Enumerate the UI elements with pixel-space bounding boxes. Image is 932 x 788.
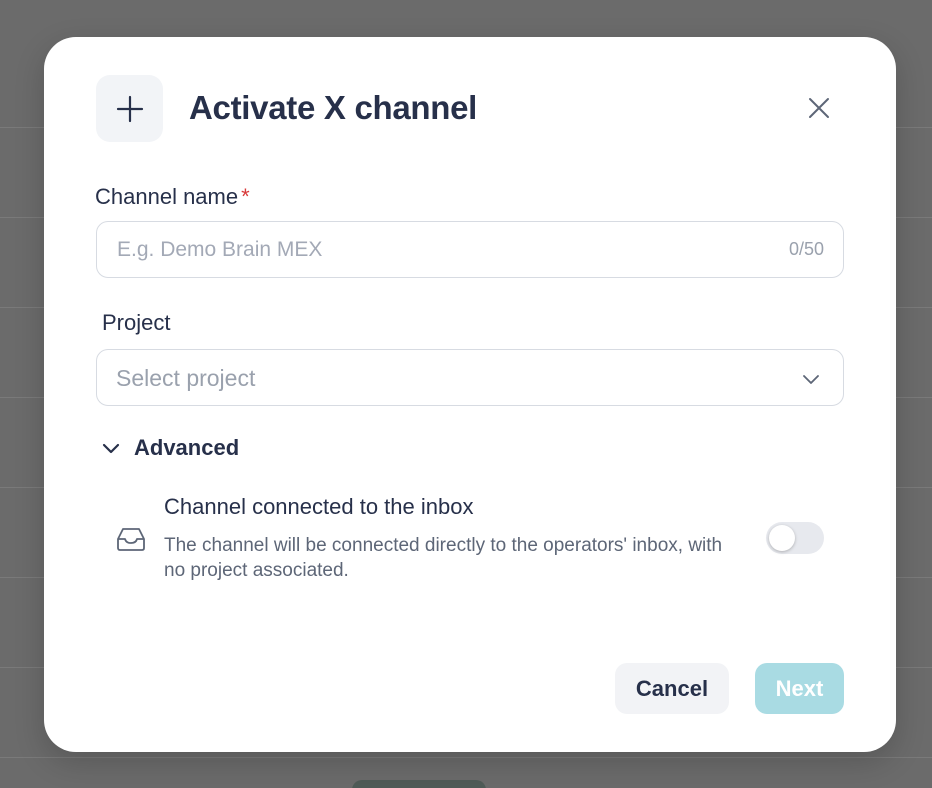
activate-channel-modal: Activate X channel Channel name* 0/50 Pr… (44, 37, 896, 752)
next-button[interactable]: Next (755, 663, 844, 714)
inbox-option-description: The channel will be connected directly t… (164, 535, 723, 581)
inbox-option-title: Channel connected to the inbox (164, 494, 474, 519)
channel-name-label: Channel name * (95, 184, 250, 210)
toggle-knob (769, 525, 795, 551)
close-icon (809, 98, 829, 118)
chevron-down-icon (102, 443, 120, 454)
project-select-value: Select project (116, 365, 256, 391)
modal-title: Activate X channel (189, 89, 478, 126)
channel-name-label-text: Channel name (95, 184, 239, 209)
character-counter: 0/50 (788, 239, 824, 259)
cancel-button[interactable]: Cancel (615, 663, 729, 714)
project-label: Project (102, 310, 171, 335)
chevron-down-icon (803, 375, 819, 384)
close-button[interactable] (806, 95, 832, 121)
backdrop-divider (0, 757, 932, 758)
plus-icon (96, 75, 163, 142)
advanced-toggle[interactable]: Advanced (100, 435, 239, 461)
inbox-icon (117, 528, 145, 551)
channel-name-input[interactable] (97, 222, 843, 277)
project-select[interactable]: Select project (96, 349, 844, 406)
backdrop-button (352, 780, 486, 788)
advanced-label: Advanced (134, 435, 240, 460)
required-marker: * (241, 184, 250, 209)
inbox-toggle-switch[interactable] (766, 522, 824, 554)
channel-name-field[interactable]: 0/50 (96, 221, 844, 278)
